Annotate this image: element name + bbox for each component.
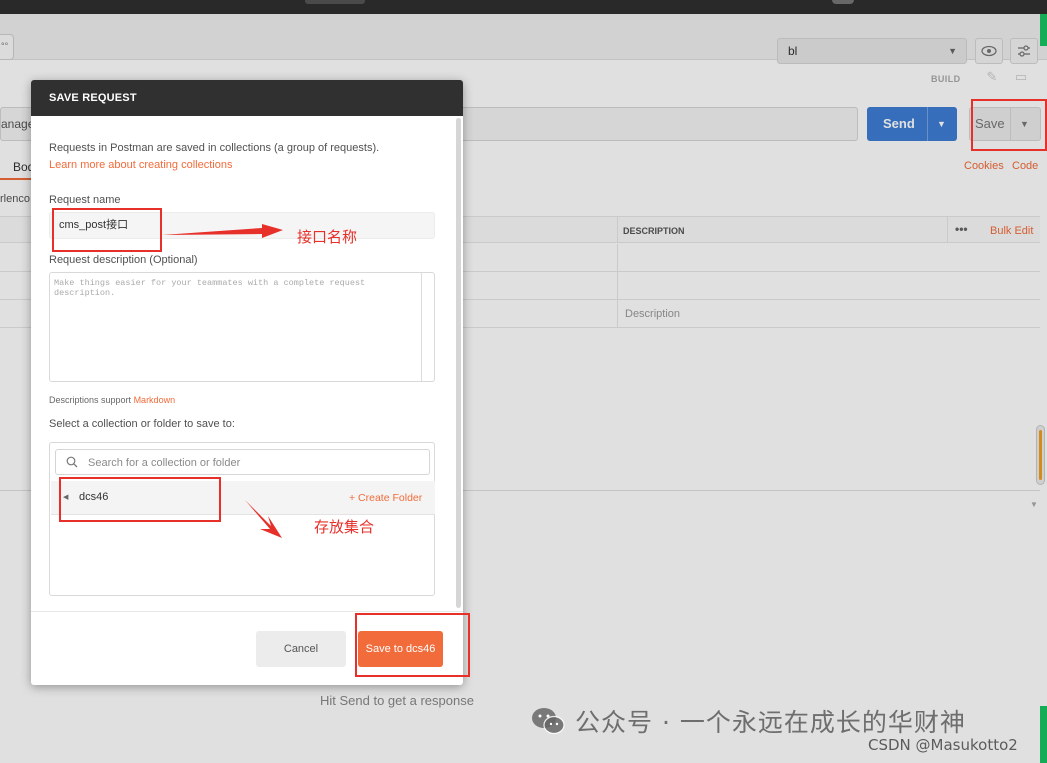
modal-intro: Requests in Postman are saved in collect… [49,142,380,154]
create-folder-link[interactable]: + Create Folder [349,492,422,504]
collection-search-input[interactable] [88,454,418,471]
markdown-note: Descriptions support Markdown [49,395,175,405]
markdown-prefix: Descriptions support [49,395,132,405]
markdown-link[interactable]: Markdown [134,395,176,405]
annotation-box-collection [59,477,221,522]
request-description-input[interactable] [49,272,435,382]
modal-title: SAVE REQUEST [49,92,137,104]
request-description-label: Request description (Optional) [49,254,198,266]
annotation-box-request-name [52,208,162,252]
search-icon [66,456,78,468]
request-name-label: Request name [49,194,121,206]
modal-scrollbar[interactable] [456,118,461,608]
annotation-box-save [971,99,1047,151]
collection-select-label: Select a collection or folder to save to… [49,418,235,430]
learn-more-link[interactable]: Learn more about creating collections [49,159,232,171]
wechat-watermark: 公众号 · 一个永远在成长的华财神 [575,708,966,737]
cancel-button[interactable]: Cancel [256,631,346,667]
wechat-logo-icon [532,708,565,735]
collection-search[interactable] [55,449,430,475]
annotation-collection-note: 存放集合 [314,518,375,536]
modal-footer-divider [31,611,463,612]
save-request-modal: SAVE REQUEST Requests in Postman are sav… [31,80,463,685]
description-scrollbar[interactable] [421,273,422,381]
annotation-name-note: 接口名称 [297,228,358,246]
annotation-box-save-to [355,613,470,677]
modal-header: SAVE REQUEST [31,80,463,116]
csdn-watermark: CSDN @Masukotto2 [868,736,1018,754]
